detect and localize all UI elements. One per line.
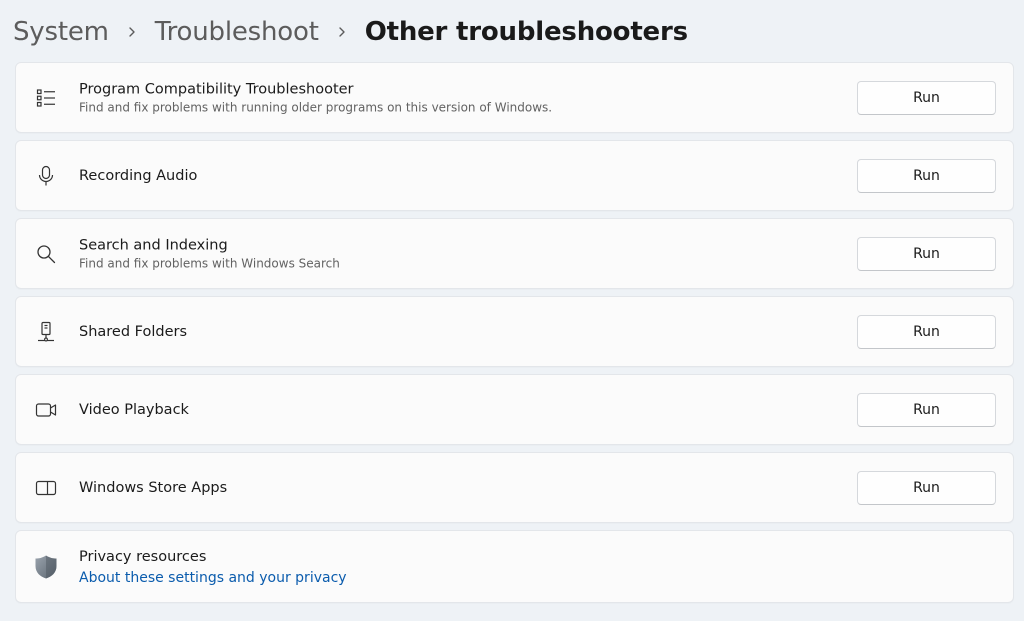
shared-folder-icon — [34, 320, 58, 344]
store-apps-icon — [34, 476, 58, 500]
privacy-resources-card: Privacy resources About these settings a… — [15, 530, 1014, 603]
privacy-title: Privacy resources — [79, 548, 207, 565]
page-title: Other troubleshooters — [364, 17, 688, 47]
search-icon — [34, 242, 58, 266]
troubleshooter-text: Shared Folders — [79, 323, 187, 341]
troubleshooter-title: Video Playback — [79, 401, 189, 418]
troubleshooter-description: Find and fix problems with running older… — [79, 100, 553, 114]
troubleshooter-text: Video Playback — [79, 401, 189, 419]
run-button-program-compatibility[interactable]: Run — [857, 80, 996, 115]
troubleshooter-title: Program Compatibility Troubleshooter — [79, 81, 354, 97]
troubleshooter-windows-store-apps: Windows Store Apps Run — [15, 452, 1014, 523]
troubleshooter-description: Find and fix problems with Windows Searc… — [79, 256, 340, 270]
breadcrumb: System Troubleshoot Other troubleshooter… — [13, 11, 688, 53]
troubleshooter-title: Windows Store Apps — [79, 479, 228, 496]
privacy-text: Privacy resources About these settings a… — [79, 548, 347, 586]
breadcrumb-troubleshoot[interactable]: Troubleshoot — [155, 17, 319, 47]
troubleshooter-title: Recording Audio — [79, 167, 198, 184]
run-button-recording-audio[interactable]: Run — [857, 158, 996, 193]
troubleshooter-recording-audio: Recording Audio Run — [15, 140, 1014, 211]
troubleshooter-title: Search and Indexing — [79, 237, 228, 253]
troubleshooter-text: Recording Audio — [79, 167, 197, 185]
breadcrumb-system[interactable]: System — [13, 17, 109, 47]
run-button-shared-folders[interactable]: Run — [857, 314, 996, 349]
run-button-search-indexing[interactable]: Run — [857, 236, 996, 271]
troubleshooter-text: Search and Indexing Find and fix problem… — [79, 236, 340, 271]
run-button-windows-store-apps[interactable]: Run — [857, 470, 996, 505]
privacy-link[interactable]: About these settings and your privacy — [79, 570, 347, 586]
video-camera-icon — [34, 398, 58, 422]
troubleshooter-search-indexing: Search and Indexing Find and fix problem… — [15, 218, 1014, 289]
troubleshooter-text: Program Compatibility Troubleshooter Fin… — [79, 80, 552, 115]
troubleshooter-program-compatibility: Program Compatibility Troubleshooter Fin… — [15, 62, 1014, 133]
troubleshooter-video-playback: Video Playback Run — [15, 374, 1014, 445]
shield-icon — [32, 553, 60, 581]
troubleshooter-text: Windows Store Apps — [79, 479, 227, 497]
microphone-icon — [34, 164, 58, 188]
list-icon — [34, 86, 58, 110]
chevron-right-icon — [109, 11, 155, 53]
run-button-video-playback[interactable]: Run — [857, 392, 996, 427]
troubleshooter-title: Shared Folders — [79, 323, 188, 340]
troubleshooter-shared-folders: Shared Folders Run — [15, 296, 1014, 367]
chevron-right-icon — [319, 11, 365, 53]
